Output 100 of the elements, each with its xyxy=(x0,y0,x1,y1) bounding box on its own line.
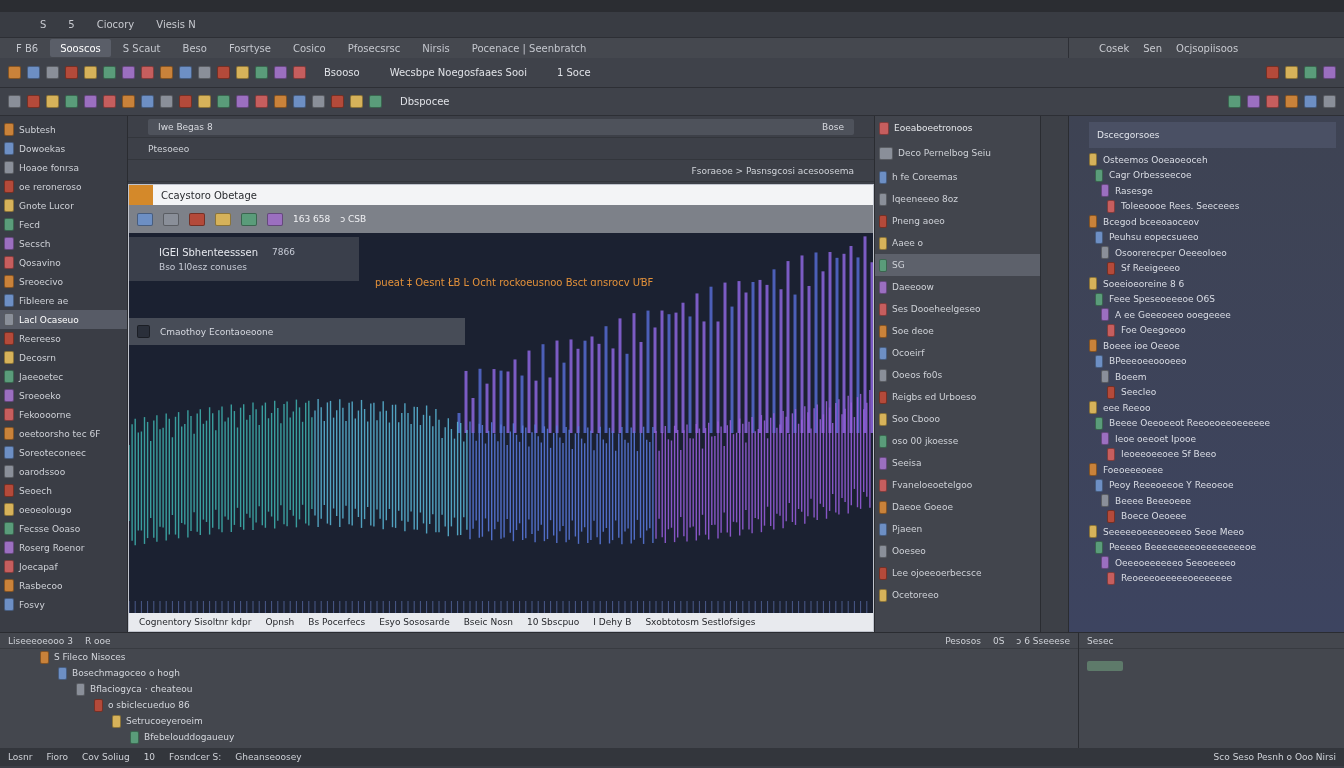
panel-item[interactable]: oeoeolougo xyxy=(0,500,127,519)
library-item[interactable]: Seeeeeoeeeeoeeeo Seoe Meeo xyxy=(1103,526,1245,537)
tree-item[interactable]: Setrucoeyeroeim xyxy=(126,716,203,726)
outline-item[interactable]: Aaee o xyxy=(875,232,1040,254)
library-item[interactable]: Soeeioeoreine 8 6 xyxy=(1103,278,1185,289)
tree-item[interactable]: Bflaciogyca · cheateou xyxy=(90,684,193,694)
tool-icon[interactable] xyxy=(274,95,287,108)
tab[interactable]: Pocenace | Seenbratch xyxy=(461,39,597,57)
panel-item[interactable]: Fecsse Ooaso xyxy=(0,519,127,538)
tool-icon[interactable] xyxy=(241,212,257,226)
panel-item[interactable]: Hoaoe fonrsa xyxy=(0,158,127,177)
outline-item[interactable]: Reigbs ed Urboeso xyxy=(875,386,1040,408)
outline-item[interactable]: Ses Dooeheelgeseo xyxy=(875,298,1040,320)
library-item[interactable]: A ee Geeeoeeo ooegeeee xyxy=(1115,309,1231,320)
search-field[interactable]: Cmaothoy Econtaoeoone xyxy=(129,318,465,345)
library-item[interactable]: Toleeoooe Rees. Seeceees xyxy=(1121,201,1240,212)
tool-icon[interactable] xyxy=(65,66,78,79)
outline-item[interactable]: Ocetoreeo xyxy=(875,584,1040,606)
panel-item[interactable]: oarodssoo xyxy=(0,462,127,481)
panel-item[interactable]: oeetoorsho tec 6F xyxy=(0,424,127,443)
panel-item[interactable]: Roserg Roenor xyxy=(0,538,127,557)
tool-icon[interactable] xyxy=(137,212,153,226)
panel-item[interactable]: Gnote Lucor xyxy=(0,196,127,215)
library-item[interactable]: Bcegod bceeoaoceov xyxy=(1103,216,1200,227)
tree-item[interactable]: Bosechmagoceo o hogh xyxy=(72,668,180,678)
tool-icon[interactable] xyxy=(331,95,344,108)
library-item[interactable]: Peeeeo Beeeeeeeeoeeeeeeeeoe xyxy=(1109,542,1256,553)
tool-icon[interactable] xyxy=(1247,95,1260,108)
tree-item[interactable]: Bfebelouddogaueuy xyxy=(144,732,235,742)
library-item[interactable]: Ieoe oeeoet Ipooe xyxy=(1115,433,1197,444)
tool-icon[interactable] xyxy=(84,95,97,108)
tool-icon[interactable] xyxy=(160,66,173,79)
tool-icon[interactable] xyxy=(27,66,40,79)
library-item[interactable]: Peoy Reeeoeeoe Y Reeoeoe xyxy=(1109,480,1234,491)
menu-item[interactable]: S xyxy=(40,19,47,30)
outline-item[interactable]: Ooeos fo0s xyxy=(875,364,1040,386)
menu-item[interactable]: Viesis N xyxy=(156,19,196,30)
tab[interactable]: Fosrtyse xyxy=(218,39,281,57)
panel-item[interactable]: Dowoekas xyxy=(0,139,127,158)
panel-item[interactable]: Qosavino xyxy=(0,253,127,272)
outline-item[interactable]: Fvaneloeoetelgoo xyxy=(875,474,1040,496)
tool-icon[interactable] xyxy=(236,66,249,79)
tool-icon[interactable] xyxy=(1228,95,1241,108)
panel-item[interactable]: Jaeeoetec xyxy=(0,367,127,386)
outline-item[interactable]: Ooeseo xyxy=(875,540,1040,562)
tool-icon[interactable] xyxy=(27,95,40,108)
panel-item[interactable]: Seoech xyxy=(0,481,127,500)
library-item[interactable]: Reoeeeoeeeeeoeeeeeee xyxy=(1121,573,1232,584)
library-item[interactable]: Beeee Beeeoeee xyxy=(1115,495,1192,506)
panel-item[interactable]: Fekoooorne xyxy=(0,405,127,424)
tab[interactable]: S Scaut xyxy=(112,39,171,57)
tool-icon[interactable] xyxy=(122,66,135,79)
library-item[interactable]: Foeoeeeoeee xyxy=(1103,464,1164,475)
library-item[interactable]: Sf Reeigeeeo xyxy=(1121,263,1180,274)
outline-item[interactable]: SG xyxy=(875,254,1040,276)
panel-item[interactable]: Subtesh xyxy=(0,120,127,139)
tool-icon[interactable] xyxy=(141,66,154,79)
panel-item[interactable]: Joecapaf xyxy=(0,557,127,576)
tool-icon[interactable] xyxy=(1304,95,1317,108)
panel-item[interactable]: Sroeoeko xyxy=(0,386,127,405)
tool-icon[interactable] xyxy=(8,95,21,108)
panel-item[interactable]: Reereeso xyxy=(0,329,127,348)
tool-icon[interactable] xyxy=(350,95,363,108)
tool-icon[interactable] xyxy=(293,66,306,79)
library-item[interactable]: Seecleo xyxy=(1121,387,1157,398)
tool-icon[interactable] xyxy=(236,95,249,108)
outline-item[interactable]: Iqeeneeeo 8oz xyxy=(875,188,1040,210)
panel-tab[interactable]: Ocjsopiisoos xyxy=(1176,42,1239,54)
library-item[interactable]: Foe Oeegoeoo xyxy=(1121,325,1186,336)
tool-icon[interactable] xyxy=(267,212,283,226)
menu-item[interactable]: 5 xyxy=(68,19,75,30)
panel-item[interactable]: Rasbecoo xyxy=(0,576,127,595)
outline-item[interactable]: Seeisa xyxy=(875,452,1040,474)
tool-icon[interactable] xyxy=(198,95,211,108)
tool-icon[interactable] xyxy=(1285,95,1298,108)
tool-icon[interactable] xyxy=(215,212,231,226)
outline-item[interactable]: h fe Coreemas xyxy=(875,166,1040,188)
panel-tab[interactable]: Sen xyxy=(1143,42,1163,54)
tab[interactable]: Pfosecsrsc xyxy=(337,39,411,57)
library-item[interactable]: BPeeeoeeoooeeo xyxy=(1109,356,1187,367)
tool-icon[interactable] xyxy=(198,66,211,79)
tool-icon[interactable] xyxy=(312,95,325,108)
tool-icon[interactable] xyxy=(1285,66,1298,79)
tool-icon[interactable] xyxy=(46,66,59,79)
tool-icon[interactable] xyxy=(163,212,179,226)
tool-icon[interactable] xyxy=(1304,66,1317,79)
tool-icon[interactable] xyxy=(255,95,268,108)
tool-icon[interactable] xyxy=(255,66,268,79)
tool-icon[interactable] xyxy=(122,95,135,108)
panel-item[interactable]: Fibleere ae xyxy=(0,291,127,310)
panel-item[interactable]: Fecd xyxy=(0,215,127,234)
library-item[interactable]: Feee Speseoeeeoe O6S xyxy=(1109,294,1215,305)
tool-icon[interactable] xyxy=(179,66,192,79)
panel-item[interactable]: oe reroneroso xyxy=(0,177,127,196)
tool-icon[interactable] xyxy=(217,95,230,108)
tool-icon[interactable] xyxy=(1323,95,1336,108)
panel-item[interactable]: Lacl Ocaseuo xyxy=(0,310,127,329)
outline-item[interactable]: Soe deoe xyxy=(875,320,1040,342)
library-item[interactable]: Rasesge xyxy=(1115,185,1153,196)
tool-icon[interactable] xyxy=(179,95,192,108)
